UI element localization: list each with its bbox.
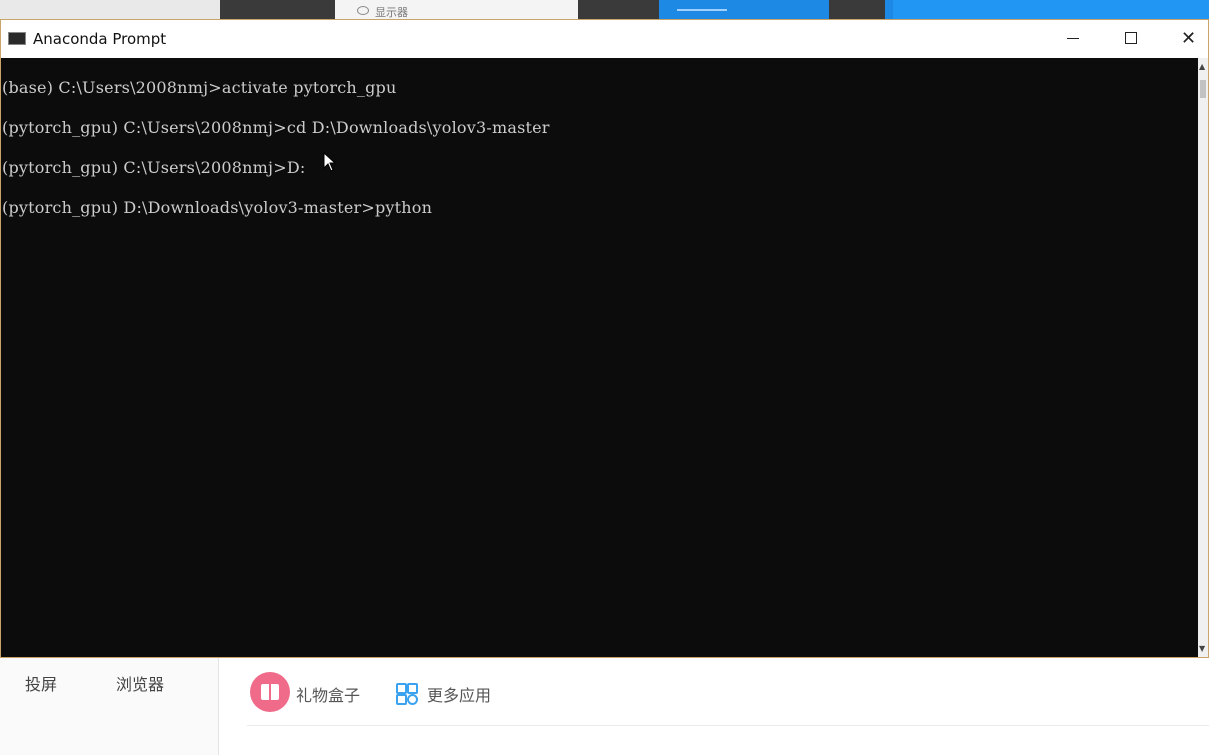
- gift-icon[interactable]: [250, 672, 290, 712]
- background-panel: [578, 0, 659, 20]
- display-label: 显示器: [375, 6, 408, 19]
- background-panel: [893, 0, 1209, 20]
- background-blue-panel: [659, 0, 1209, 20]
- gift-box-label[interactable]: 礼物盒子: [296, 682, 360, 706]
- background-display-tab[interactable]: 显示器: [335, 0, 578, 20]
- browser-item[interactable]: 浏览器: [116, 671, 164, 695]
- background-sidebar: 投屏 浏览器: [0, 657, 219, 755]
- console-line: (pytorch_gpu) D:\Downloads\yolov3-master…: [2, 198, 433, 217]
- background-apps-area: 礼物盒子 更多应用: [219, 657, 1209, 755]
- background-panel: [220, 0, 335, 20]
- scroll-thumb[interactable]: [1200, 80, 1206, 98]
- console-line: (pytorch_gpu) C:\Users\2008nmj>cd D:\Dow…: [2, 118, 550, 137]
- more-apps-label[interactable]: 更多应用: [427, 682, 491, 706]
- close-icon: ✕: [1181, 28, 1197, 49]
- grid-icon[interactable]: [396, 683, 418, 705]
- close-button[interactable]: ✕: [1160, 20, 1209, 58]
- maximize-button[interactable]: [1102, 20, 1160, 58]
- scroll-down-icon[interactable]: ▼: [1199, 644, 1205, 653]
- eye-icon: [357, 6, 369, 15]
- window-title: Anaconda Prompt: [33, 30, 167, 48]
- console-output[interactable]: (base) C:\Users\2008nmj>activate pytorch…: [1, 58, 1198, 657]
- console-line: (base) C:\Users\2008nmj>activate pytorch…: [2, 78, 397, 97]
- minimize-icon: [1067, 38, 1079, 39]
- vertical-scrollbar[interactable]: ▲ ▼: [1198, 58, 1208, 657]
- cast-screen-item[interactable]: 投屏: [25, 671, 57, 695]
- console-app-icon: [8, 32, 26, 45]
- console-line: (pytorch_gpu) C:\Users\2008nmj>D:: [2, 158, 306, 177]
- anaconda-prompt-window[interactable]: Anaconda Prompt ✕ (base) C:\Users\2008nm…: [0, 19, 1209, 658]
- background-tab-indicator: [677, 9, 727, 11]
- divider: [247, 725, 1209, 726]
- minimize-button[interactable]: [1044, 20, 1102, 58]
- maximize-icon: [1125, 32, 1137, 44]
- scroll-up-icon[interactable]: ▲: [1199, 62, 1205, 71]
- background-panel: [829, 0, 885, 20]
- title-bar[interactable]: Anaconda Prompt ✕: [1, 20, 1208, 58]
